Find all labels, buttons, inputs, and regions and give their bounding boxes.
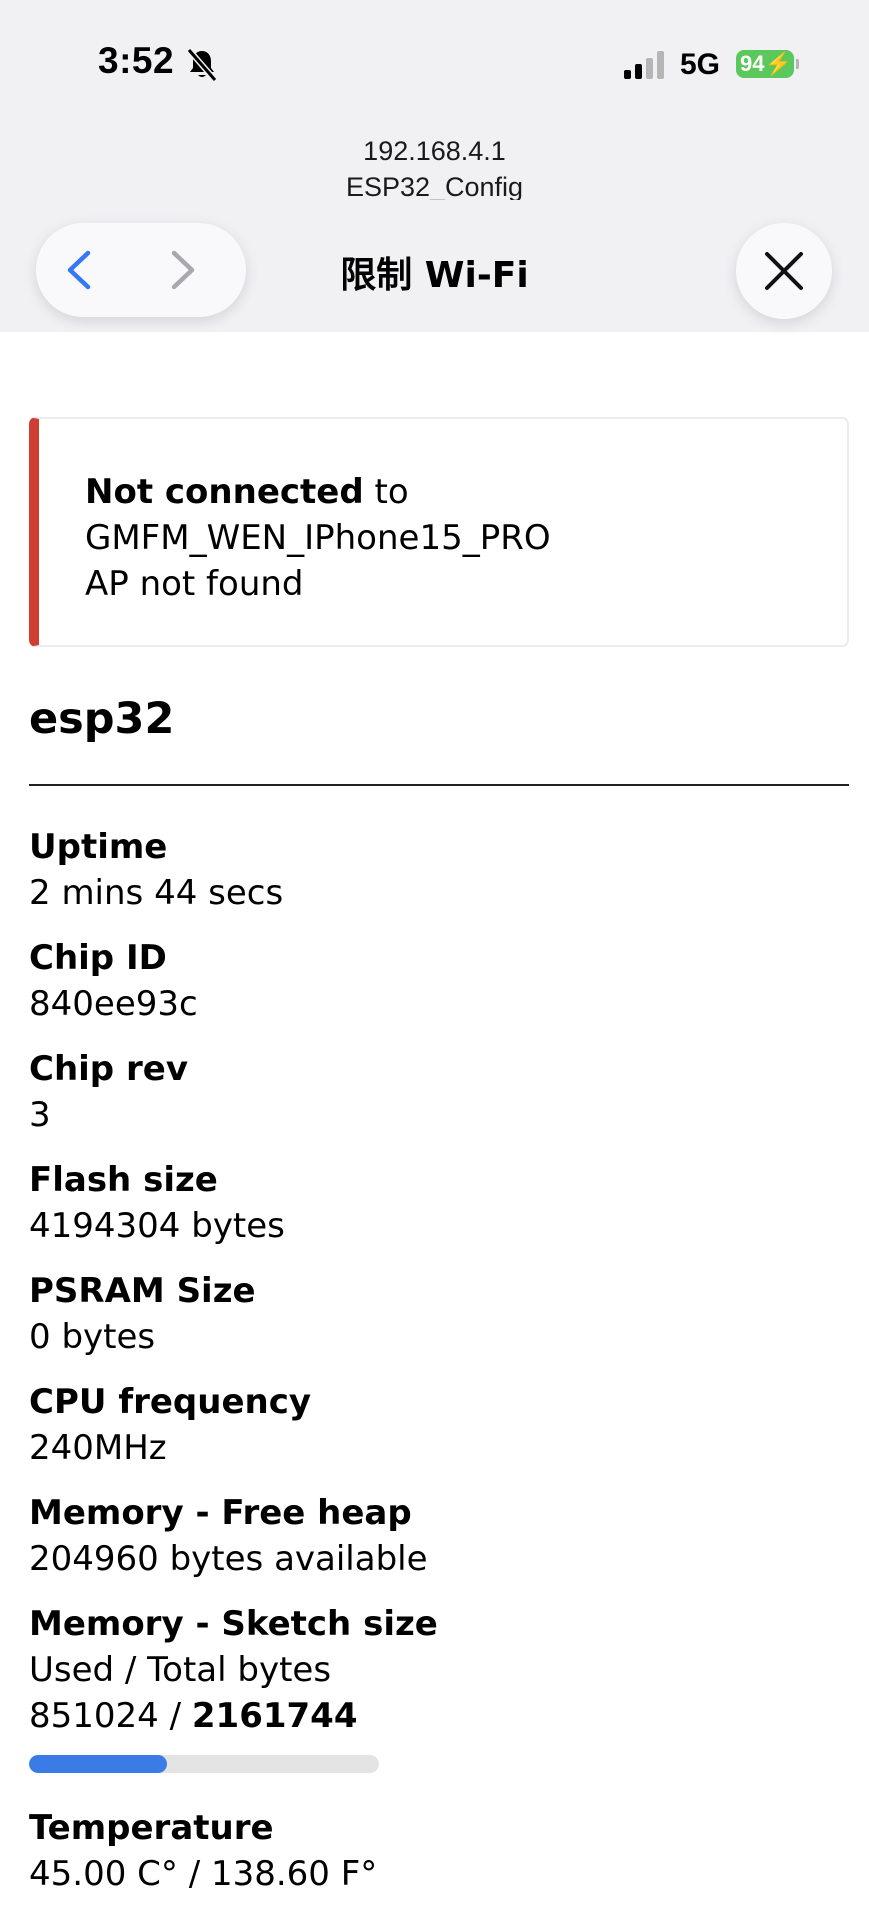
- info-value: 240MHz: [29, 1428, 167, 1468]
- info-label: Flash size: [29, 1160, 218, 1200]
- close-icon: [765, 252, 803, 290]
- charging-bolt-icon: ⚡: [764, 51, 792, 76]
- url-page-title: ESP32_Config: [345, 172, 524, 200]
- sketch-used: 851024: [29, 1696, 159, 1736]
- info-label: Uptime: [29, 827, 168, 867]
- info-value: 0 bytes: [29, 1317, 156, 1357]
- divider: [29, 784, 849, 786]
- device-name: esp32: [29, 694, 175, 744]
- info-value: 840ee93c: [29, 984, 198, 1024]
- info-label: Temperature: [29, 1808, 274, 1848]
- info-label: Memory - Free heap: [29, 1493, 412, 1533]
- network-type: 5G: [680, 48, 721, 81]
- battery-indicator: 94⚡: [736, 50, 794, 78]
- info-item-flash-size: Flash size 4194304 bytes: [29, 1157, 849, 1268]
- info-item-uptime: Uptime 2 mins 44 secs: [29, 824, 849, 935]
- navigation-controls: [36, 223, 246, 317]
- alert-ssid: GMFM_WEN_IPhone15_PRO: [85, 518, 551, 558]
- info-value: 45.00 C° / 138.60 F°: [29, 1854, 378, 1894]
- info-label: CPU frequency: [29, 1382, 312, 1422]
- sketch-separator: /: [158, 1696, 192, 1736]
- alert-status: Not connected: [85, 472, 364, 512]
- info-value: 3: [29, 1095, 51, 1135]
- browser-chrome: 3:52 5G 94⚡ 192.168.4.1 ESP32_Config 限制 …: [0, 0, 869, 332]
- sketch-progress-fill: [29, 1755, 167, 1773]
- info-value: 204960 bytes available: [29, 1539, 428, 1579]
- info-value: 2 mins 44 secs: [29, 873, 284, 913]
- device-info-list: Uptime 2 mins 44 secs Chip ID 840ee93c C…: [29, 824, 849, 1916]
- info-item-sketch-size: Memory - Sketch size Used / Total bytes …: [29, 1601, 849, 1773]
- alert-line-status: Not connected to: [85, 469, 847, 515]
- sketch-progress-bar: [29, 1755, 379, 1773]
- connection-alert: Not connected to GMFM_WEN_IPhone15_PRO A…: [29, 417, 849, 647]
- battery-level: 94: [740, 51, 765, 76]
- info-item-cpu-frequency: CPU frequency 240MHz: [29, 1379, 849, 1490]
- info-label: Chip ID: [29, 938, 167, 978]
- info-item-psram-size: PSRAM Size 0 bytes: [29, 1268, 849, 1379]
- chevron-left-icon[interactable]: [56, 245, 106, 295]
- sketch-subtitle: Used / Total bytes: [29, 1650, 332, 1690]
- bell-slash-icon: [186, 48, 218, 82]
- status-time: 3:52: [98, 40, 175, 81]
- alert-reason: AP not found: [85, 564, 304, 604]
- info-item-chip-rev: Chip rev 3: [29, 1046, 849, 1157]
- sketch-total: 2161744: [191, 1696, 358, 1736]
- url-host: 192.168.4.1: [363, 136, 506, 166]
- sheet-title: 限制 Wi-Fi: [340, 255, 529, 296]
- info-label: Memory - Sketch size: [29, 1604, 438, 1644]
- close-button[interactable]: [736, 223, 832, 319]
- battery-cap: [796, 59, 799, 69]
- chevron-right-icon[interactable]: [156, 245, 206, 295]
- cellular-signal-icon: [624, 51, 664, 79]
- info-label: PSRAM Size: [29, 1271, 256, 1311]
- info-item-free-heap: Memory - Free heap 204960 bytes availabl…: [29, 1490, 849, 1601]
- info-label: Chip rev: [29, 1049, 188, 1089]
- info-value: 4194304 bytes: [29, 1206, 285, 1246]
- info-item-chip-id: Chip ID 840ee93c: [29, 935, 849, 1046]
- alert-status-suffix: to: [363, 472, 409, 512]
- sketch-usage: 851024 / 2161744: [29, 1693, 849, 1739]
- info-item-temperature: Temperature 45.00 C° / 138.60 F°: [29, 1805, 849, 1916]
